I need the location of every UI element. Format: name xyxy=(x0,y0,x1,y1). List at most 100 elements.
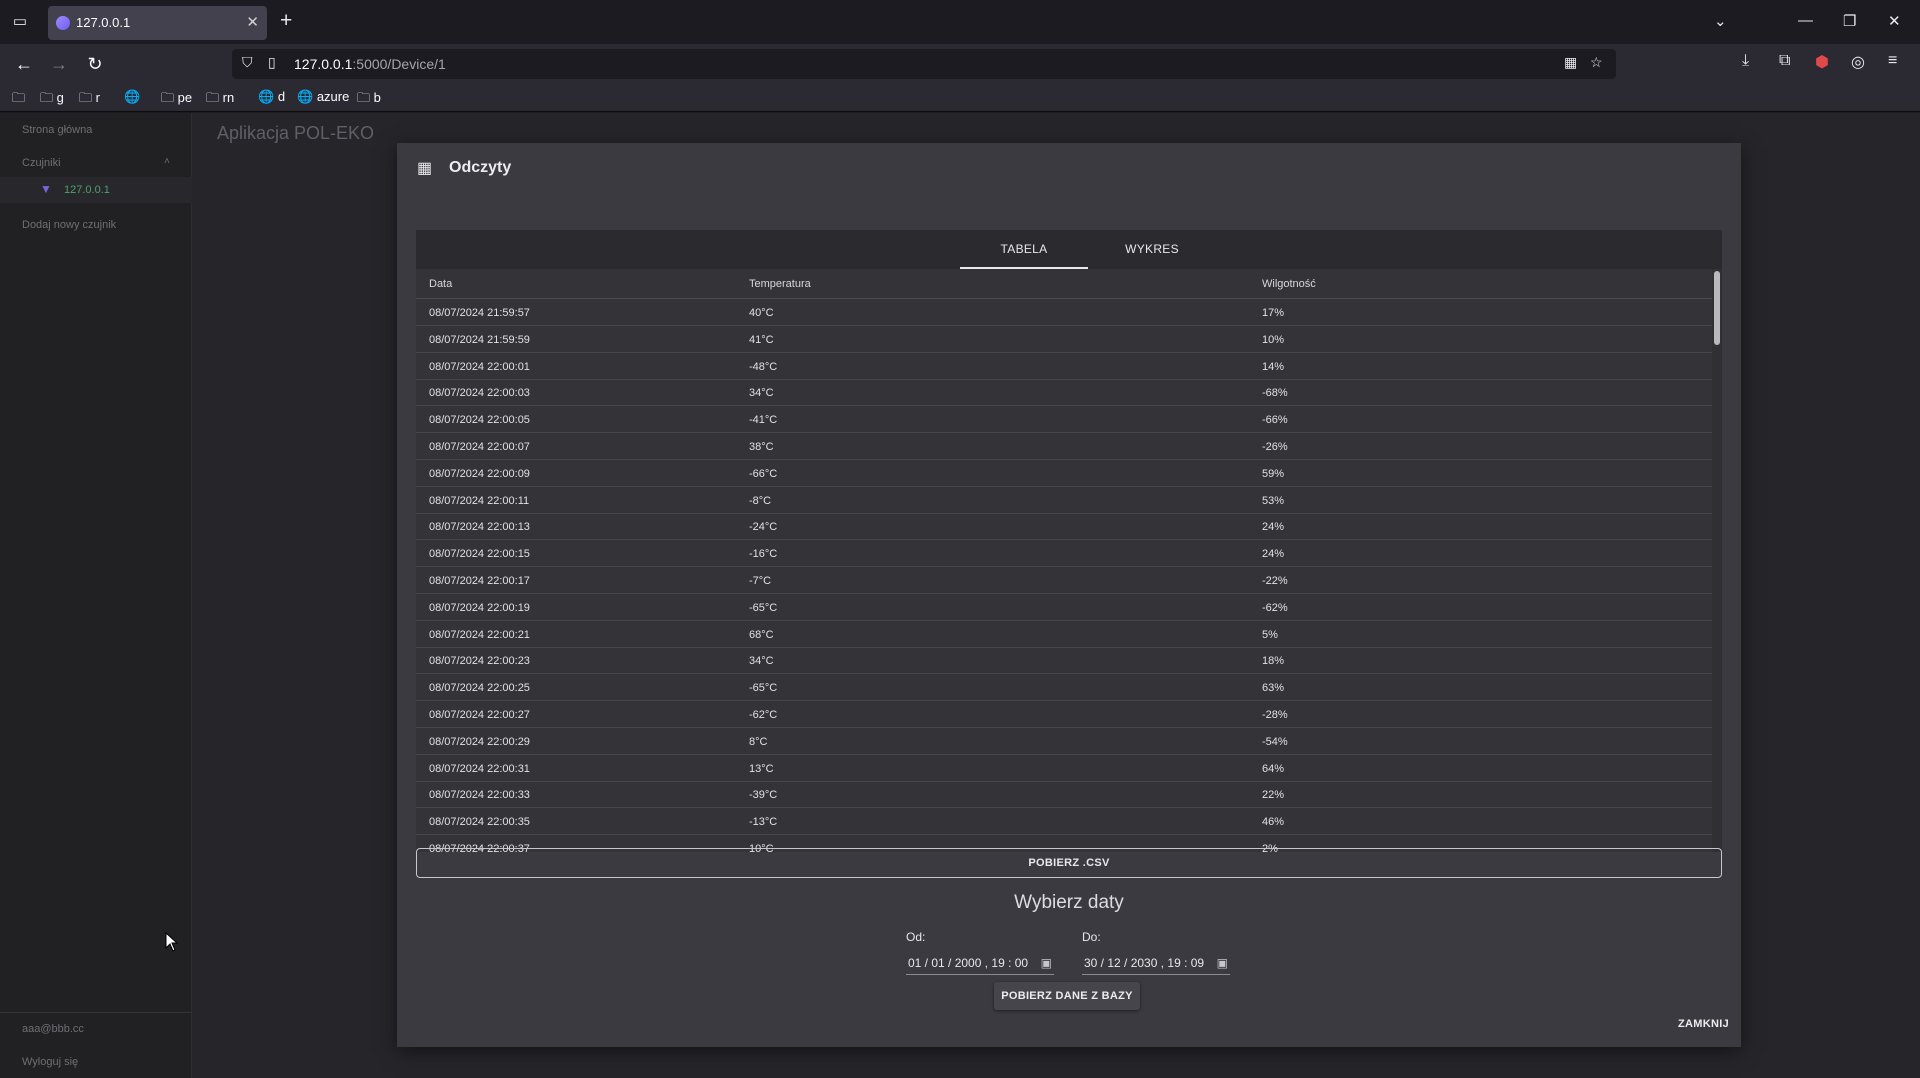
wifi-icon: ▼ xyxy=(40,182,52,196)
cell-humidity: -22% xyxy=(1262,575,1288,587)
tab-chart[interactable]: WYKRES xyxy=(1088,230,1216,269)
cell-humidity: 64% xyxy=(1262,762,1285,775)
column-header-date[interactable]: Data xyxy=(429,278,452,290)
cell-temperature: 40°C xyxy=(749,307,774,319)
sidebar-item-home[interactable]: Strona główna xyxy=(22,124,92,136)
forward-icon[interactable]: → xyxy=(46,52,72,76)
qr-code-icon[interactable]: ▦ xyxy=(1564,54,1577,71)
cell-date: 08/07/2024 22:00:07 xyxy=(429,441,530,453)
column-header-temperature[interactable]: Temperatura xyxy=(749,278,811,290)
column-header-humidity[interactable]: Wilgotność xyxy=(1262,278,1316,290)
scrollbar-thumb[interactable] xyxy=(1714,271,1720,345)
restore-icon[interactable]: ❐ xyxy=(1843,12,1856,30)
shield-icon[interactable]: ⛉ xyxy=(242,54,253,71)
cell-humidity: -66% xyxy=(1262,414,1288,427)
cell-temperature: 68°C xyxy=(749,628,774,641)
fetch-data-button[interactable]: POBIERZ DANE Z BAZY xyxy=(994,982,1140,1010)
collapse-chevron-icon[interactable]: ˄ xyxy=(164,156,170,167)
table-row: 08/07/2024 22:00:25 -65°C 63% xyxy=(416,674,1712,702)
sidebar-item-sensors[interactable]: Czujniki xyxy=(22,157,61,169)
app-title: Aplikacja POL-EKO xyxy=(217,123,375,143)
browser-tab[interactable]: 127.0.0.1 ✕ xyxy=(48,6,267,40)
close-tab-icon[interactable]: ✕ xyxy=(246,13,259,31)
calendar-icon[interactable]: ▣ xyxy=(1041,953,1052,973)
table-row: 08/07/2024 22:00:07 38°C -26% xyxy=(416,433,1712,460)
bookmarks-bar: 🗀 🗀 g 🗀 r 🌐 🗀 pe 🗀 rn 🌐 d 🌐 azure 🗀 b xyxy=(0,84,1920,112)
bookmark-r[interactable]: 🗀 r xyxy=(79,89,100,111)
cell-date: 08/07/2024 22:00:17 xyxy=(429,575,530,587)
bookmark-d[interactable]: 🌐 d xyxy=(258,89,285,105)
bookmark-b[interactable]: 🗀 b xyxy=(357,89,381,111)
table-row: 08/07/2024 22:00:15 -16°C 24% xyxy=(416,540,1712,568)
bookmark-azure[interactable]: 🌐 azure xyxy=(297,89,349,105)
table-row: 08/07/2024 22:00:19 -65°C -62% xyxy=(416,594,1712,621)
cell-humidity: 5% xyxy=(1262,628,1278,641)
cell-humidity: 22% xyxy=(1262,789,1285,802)
table-scrollbar[interactable] xyxy=(1712,269,1722,852)
bookmark-g[interactable]: 🗀 g xyxy=(40,89,64,111)
app-root: Strona główna Czujniki ˄ ▼ 127.0.0.1 Dod… xyxy=(0,113,1920,1078)
bookmark-pe[interactable]: 🗀 pe xyxy=(161,89,192,111)
cell-date: 08/07/2024 21:59:59 xyxy=(429,333,530,346)
back-icon[interactable]: ← xyxy=(11,52,37,76)
cell-temperature: 38°C xyxy=(749,441,774,453)
from-datetime-input[interactable]: 01 / 01 / 2000 , 19 : 00 ▣ xyxy=(906,953,1054,975)
cell-humidity: 24% xyxy=(1262,521,1285,534)
table-row: 08/07/2024 22:00:33 -39°C 22% xyxy=(416,781,1712,809)
cell-humidity: 10% xyxy=(1262,333,1285,346)
cell-date: 08/07/2024 22:00:11 xyxy=(429,494,530,507)
sidebar-item-add-sensor[interactable]: Dodaj nowy czujnik xyxy=(22,219,116,231)
cell-temperature: -13°C xyxy=(749,816,778,829)
profile-icon[interactable]: ◎ xyxy=(1851,52,1865,72)
bookmark-star-icon[interactable]: ☆ xyxy=(1590,54,1603,71)
cell-temperature: 34°C xyxy=(749,387,774,400)
menu-icon[interactable]: ≡ xyxy=(1888,52,1897,70)
tab-list-icon[interactable]: ▭ xyxy=(8,10,32,34)
downloads-icon[interactable]: ⤓ xyxy=(1742,52,1749,70)
calendar-icon[interactable]: ▣ xyxy=(1217,953,1228,973)
cell-temperature: -8°C xyxy=(749,494,772,507)
bookmark-rn[interactable]: 🗀 rn xyxy=(206,89,234,111)
table-row: 08/07/2024 21:59:59 41°C 10% xyxy=(416,326,1712,353)
to-datetime-value: 30 / 12 / 2030 , 19 : 09 xyxy=(1084,956,1205,970)
window-close-icon[interactable]: ✕ xyxy=(1888,12,1901,30)
logout-link[interactable]: Wyloguj się xyxy=(22,1056,78,1068)
table-row: 08/07/2024 21:59:57 40°C 17% xyxy=(416,299,1712,326)
table-row: 08/07/2024 22:00:13 -24°C 24% xyxy=(416,513,1712,541)
cell-temperature: -66°C xyxy=(749,467,778,480)
page-info-icon[interactable]: ▯ xyxy=(268,54,276,71)
table-row: 08/07/2024 22:00:23 34°C 18% xyxy=(416,647,1712,675)
bookmark-folder-icon[interactable]: 🗀 xyxy=(12,89,25,111)
bookmark-label: azure xyxy=(316,89,350,104)
url-text[interactable]: 127.0.0.1:5000/Device/1 xyxy=(294,56,446,72)
tab-table[interactable]: TABELA xyxy=(960,230,1088,269)
cell-temperature: -41°C xyxy=(749,414,778,427)
tab-overflow-chevron-icon[interactable]: ⌄ xyxy=(1714,12,1727,30)
sensor-label[interactable]: 127.0.0.1 xyxy=(64,184,110,196)
download-csv-button[interactable]: POBIERZ .CSV xyxy=(416,848,1722,878)
sidebar: Strona główna Czujniki ˄ ▼ 127.0.0.1 Dod… xyxy=(0,113,192,1078)
globe-icon[interactable]: 🌐 xyxy=(124,89,140,105)
readings-table[interactable]: Data Temperatura Wilgotność 08/07/2024 2… xyxy=(416,269,1722,852)
cell-temperature: 8°C xyxy=(749,735,768,748)
cell-date: 08/07/2024 22:00:21 xyxy=(429,628,530,641)
to-datetime-input[interactable]: 30 / 12 / 2030 , 19 : 09 ▣ xyxy=(1082,953,1230,975)
view-tabs: TABELA WYKRES xyxy=(416,230,1722,269)
bookmark-label: g xyxy=(56,90,64,105)
reload-icon[interactable]: ↻ xyxy=(82,52,108,76)
cell-date: 08/07/2024 22:00:25 xyxy=(429,682,530,695)
close-dialog-button[interactable]: ZAMKNIJ xyxy=(1678,1018,1729,1030)
ublock-icon[interactable]: ⬢ xyxy=(1815,52,1829,72)
table-row: 08/07/2024 22:00:17 -7°C -22% xyxy=(416,567,1712,594)
extensions-icon[interactable]: ⧉ xyxy=(1779,52,1790,70)
new-tab-icon[interactable]: + xyxy=(280,10,292,32)
cursor-icon xyxy=(165,931,179,952)
readings-panel: TABELA WYKRES Data Temperatura Wilgotnoś… xyxy=(416,230,1722,852)
cell-temperature: 34°C xyxy=(749,655,774,668)
cell-humidity: 18% xyxy=(1262,655,1285,668)
url-bar[interactable]: ⛉ ▯ 127.0.0.1:5000/Device/1 ▦ ☆ xyxy=(232,49,1616,79)
table-row: 08/07/2024 22:00:27 -62°C -28% xyxy=(416,701,1712,728)
cell-date: 08/07/2024 22:00:23 xyxy=(429,655,530,668)
table-row: 08/07/2024 22:00:31 13°C 64% xyxy=(416,755,1712,782)
minimize-icon[interactable]: — xyxy=(1798,12,1813,29)
